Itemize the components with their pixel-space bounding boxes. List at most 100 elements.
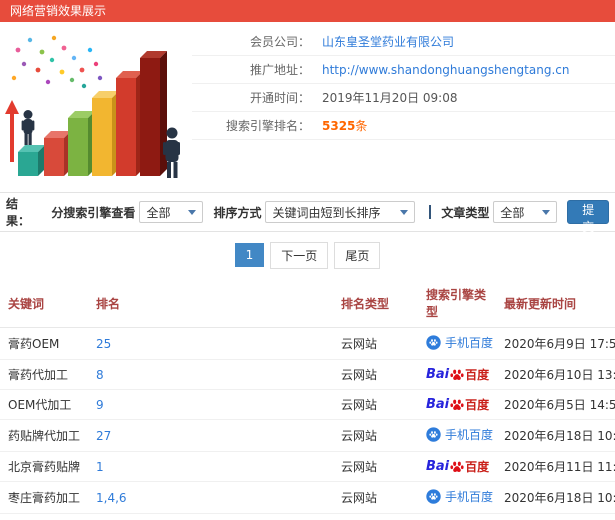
rank-count-label: 搜索引擎排名：	[225, 119, 310, 133]
sort-filter-label: 排序方式	[213, 205, 262, 220]
table-row: 医疗器械厂家4云网站Bai百度2020年5月29日 10:32	[0, 513, 615, 520]
businessman-left	[21, 110, 35, 145]
updated-cell: 2020年5月29日 10:32	[496, 513, 615, 520]
rank-type-cell: 云网站	[333, 451, 418, 482]
growth-arrow-icon	[5, 100, 19, 162]
sort-select[interactable]: 关键词由短到长排序	[265, 201, 416, 223]
engine-cell: 手机百度	[418, 481, 496, 514]
keyword-cell: 膏药OEM	[0, 327, 88, 360]
article-type-label: 文章类型	[441, 205, 490, 220]
baidu-mobile-brand: 手机百度	[426, 488, 493, 505]
engine-filter-label: 分搜索引擎查看	[51, 205, 136, 220]
table-row: OEM代加工 9 云网站 Bai 百度 2020年6月5日 14:57	[0, 389, 615, 420]
updated-cell: 2020年6月18日 10:25	[496, 419, 615, 452]
engine-cell: Bai百度	[418, 513, 496, 520]
table-row: 药贴牌代加工 27 云网站 手机百度2020年6月18日 10:25	[0, 419, 615, 452]
updated-cell: 2020年6月18日 10:19	[496, 481, 615, 514]
engine-cell: Bai百度	[418, 389, 496, 420]
baidu-mobile-icon	[426, 427, 441, 442]
header-updated: 最新更新时间	[496, 278, 615, 328]
header-rank: 排名	[88, 278, 333, 328]
rank-link[interactable]: 9	[96, 398, 104, 412]
chevron-down-icon	[400, 209, 409, 215]
baidu-logo: Bai 百度	[426, 458, 489, 475]
rank-cell: 25	[88, 327, 333, 360]
member-info-section: 会员公司： 山东皇圣堂药业有限公司 推广地址： http://www.shand…	[0, 22, 615, 192]
article-type-select[interactable]: 全部	[493, 201, 558, 223]
open-time-label: 开通时间：	[249, 91, 310, 105]
rank-type-cell: 云网站	[333, 419, 418, 452]
info-row-rank-count: 搜索引擎排名： 5325 条	[192, 112, 615, 140]
rank-cell: 1,4,6	[88, 481, 333, 514]
bar-chart-illustration-svg	[5, 35, 180, 178]
filter-controls: 分搜索引擎查看 全部 排序方式 关键词由短到长排序 文章类型 全部 提交	[41, 200, 609, 234]
keyword-cell: 枣庄膏药加工	[0, 481, 88, 514]
engine-label: 手机百度	[445, 336, 494, 350]
baidu-paw-icon	[450, 368, 464, 382]
keyword-cell: 医疗器械厂家	[0, 513, 88, 520]
keyword-cell: 药贴牌代加工	[0, 419, 88, 452]
baidu-latin-text: Bai	[426, 459, 450, 474]
rank-cell: 27	[88, 419, 333, 452]
info-row-company: 会员公司： 山东皇圣堂药业有限公司	[192, 28, 615, 56]
engine-label: 手机百度	[445, 428, 494, 442]
baidu-paw-icon	[450, 398, 464, 412]
baidu-logo: Bai 百度	[426, 396, 489, 413]
engine-cell: 手机百度	[418, 419, 496, 452]
updated-cell: 2020年6月9日 17:50	[496, 327, 615, 360]
chevron-down-icon	[542, 209, 551, 215]
page-title: 网络营销效果展示	[10, 4, 107, 18]
confetti-dots	[11, 35, 103, 89]
baidu-cn-text: 百度	[465, 460, 490, 474]
marketing-illustration	[4, 30, 186, 184]
baidu-mobile-icon	[426, 489, 441, 504]
header-rank-type: 排名类型	[333, 278, 418, 328]
header-engine-type: 搜索引擎类型	[418, 278, 496, 328]
article-type-marker	[429, 205, 432, 219]
rank-link[interactable]: 25	[96, 337, 111, 351]
rank-cell: 1	[88, 451, 333, 482]
rank-link[interactable]: 1,4,6	[96, 491, 127, 505]
table-row: 膏药OEM 25 云网站 手机百度 2020年6月9日 17:50	[0, 327, 615, 360]
baidu-cn-text: 百度	[465, 368, 490, 382]
next-page-button[interactable]: 下一页	[270, 241, 329, 269]
rank-count-unit: 条	[355, 119, 368, 133]
page-current[interactable]: 1	[234, 243, 265, 267]
baidu-logo: Bai 百度	[426, 366, 489, 383]
article-type-select-value: 全部	[500, 205, 525, 220]
promo-url-link[interactable]: http://www.shandonghuangshengtang.cn	[322, 63, 569, 77]
table-header-row: 关键词 排名 排名类型 搜索引擎类型 最新更新时间	[0, 278, 615, 328]
keyword-cell: 膏药代加工	[0, 359, 88, 390]
info-row-open-time: 开通时间： 2019年11月20日 09:08	[192, 84, 615, 112]
updated-cell: 2020年6月10日 13:40	[496, 359, 615, 390]
baidu-mobile-brand: 手机百度	[426, 426, 493, 443]
last-page-button[interactable]: 尾页	[334, 241, 381, 269]
sort-select-value: 关键词由短到长排序	[272, 205, 381, 220]
promo-url-label: 推广地址：	[249, 63, 310, 77]
engine-select-value: 全部	[146, 205, 171, 220]
pagination: 1 下一页 尾页	[0, 232, 615, 278]
rank-cell: 8	[88, 359, 333, 390]
rank-link[interactable]: 1	[96, 460, 104, 474]
header-keyword: 关键词	[0, 278, 88, 328]
table-row: 膏药代加工 8 云网站 Bai 百度 2020年6月10日 13:40	[0, 359, 615, 390]
rank-cell: 4	[88, 513, 333, 520]
chevron-down-icon	[188, 209, 197, 215]
company-label: 会员公司：	[249, 35, 310, 49]
member-info-list: 会员公司： 山东皇圣堂药业有限公司 推广地址： http://www.shand…	[192, 22, 615, 140]
company-link[interactable]: 山东皇圣堂药业有限公司	[322, 33, 454, 50]
rank-type-cell: 云网站	[333, 359, 418, 390]
updated-cell: 2020年6月11日 11:18	[496, 451, 615, 482]
engine-select[interactable]: 全部	[139, 201, 204, 223]
baidu-cn-text: 百度	[465, 398, 490, 412]
baidu-mobile-icon	[426, 335, 441, 350]
rank-type-cell: 云网站	[333, 513, 418, 520]
table-row: 枣庄膏药加工 1,4,6 云网站 手机百度2020年6月18日 10:19	[0, 481, 615, 514]
results-table-body: 膏药OEM 25 云网站 手机百度 2020年6月9日 17:50 膏药代加工 8 云网站 Ba…	[0, 327, 615, 520]
rank-link[interactable]: 27	[96, 429, 111, 443]
rank-link[interactable]: 8	[96, 368, 104, 382]
open-time-value: 2019年11月20日 09:08	[322, 91, 458, 105]
engine-cell: Bai 百度	[418, 451, 496, 482]
rank-count-value: 5325	[322, 118, 356, 133]
submit-button[interactable]: 提交	[567, 200, 609, 234]
